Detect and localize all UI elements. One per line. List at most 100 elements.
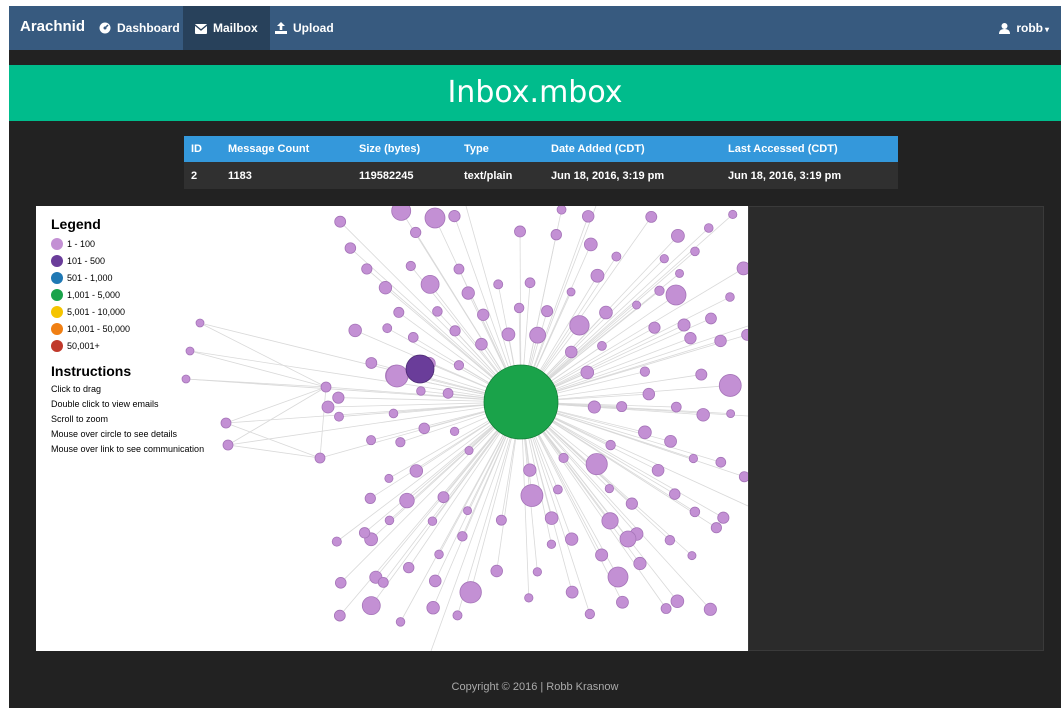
graph-node[interactable]	[334, 215, 347, 228]
graph-node[interactable]	[490, 564, 503, 578]
graph-node[interactable]	[590, 268, 605, 283]
graph-node[interactable]	[449, 426, 460, 437]
graph-link[interactable]	[520, 268, 744, 403]
graph-node[interactable]	[453, 360, 465, 371]
graph-node[interactable]	[703, 223, 714, 233]
graph-hub-node[interactable]	[483, 364, 559, 440]
graph-node[interactable]	[736, 261, 748, 276]
graph-node[interactable]	[432, 306, 443, 317]
graph-node[interactable]	[321, 400, 335, 414]
graph-node[interactable]	[654, 285, 665, 296]
graph-node[interactable]	[599, 305, 613, 320]
graph-node[interactable]	[714, 334, 727, 348]
graph-node[interactable]	[546, 539, 557, 549]
graph-node[interactable]	[569, 315, 590, 336]
graph-node[interactable]	[710, 522, 722, 534]
graph-link[interactable]	[185, 378, 522, 403]
graph-node[interactable]	[320, 381, 332, 393]
graph-node[interactable]	[665, 284, 687, 306]
graph-node[interactable]	[597, 341, 607, 351]
nav-mailbox[interactable]: Mailbox	[183, 6, 270, 50]
graph-node[interactable]	[452, 610, 463, 621]
graph-node[interactable]	[407, 332, 419, 343]
graph-node[interactable]	[513, 302, 525, 314]
graph-node[interactable]	[584, 608, 596, 620]
graph-node[interactable]	[664, 434, 677, 448]
graph-node[interactable]	[428, 574, 442, 588]
graph-node[interactable]	[382, 323, 393, 334]
graph-link[interactable]	[199, 322, 522, 403]
graph-node[interactable]	[639, 366, 650, 377]
graph-node[interactable]	[424, 207, 446, 229]
graph-node[interactable]	[391, 206, 412, 221]
graph-node[interactable]	[366, 435, 377, 446]
graph-node[interactable]	[501, 327, 516, 342]
graph-node[interactable]	[334, 411, 344, 422]
graph-node[interactable]	[361, 596, 381, 616]
graph-node[interactable]	[461, 286, 475, 300]
graph-node[interactable]	[566, 287, 576, 297]
graph-node[interactable]	[633, 556, 647, 571]
graph-node[interactable]	[385, 364, 409, 388]
graph-node[interactable]	[334, 577, 347, 589]
graph-node[interactable]	[587, 400, 601, 414]
graph-node[interactable]	[738, 471, 748, 483]
graph-node[interactable]	[728, 209, 738, 220]
graph-node[interactable]	[344, 242, 357, 254]
graph-node[interactable]	[524, 593, 534, 603]
graph-node[interactable]	[558, 452, 569, 464]
graph-node[interactable]	[703, 602, 717, 616]
graph-node[interactable]	[605, 439, 616, 451]
graph-node[interactable]	[514, 225, 526, 238]
graph-node[interactable]	[524, 277, 536, 289]
graph-node[interactable]	[645, 210, 658, 223]
graph-node[interactable]	[580, 365, 595, 380]
graph-node[interactable]	[333, 609, 346, 622]
graph-node[interactable]	[410, 226, 422, 239]
network-graph-panel[interactable]: Legend 1 - 100 101 - 500 501 - 1,000 1,0…	[36, 206, 748, 651]
graph-link[interactable]	[227, 444, 321, 459]
graph-node-large[interactable]	[405, 354, 435, 384]
graph-node[interactable]	[437, 491, 450, 504]
graph-node[interactable]	[449, 325, 461, 337]
graph-node[interactable]	[670, 594, 685, 608]
nav-upload[interactable]: Upload	[263, 6, 346, 50]
graph-node[interactable]	[677, 318, 691, 332]
graph-node[interactable]	[388, 408, 399, 419]
graph-node[interactable]	[348, 323, 362, 338]
graph-node[interactable]	[420, 274, 440, 294]
graph-node[interactable]	[364, 492, 376, 504]
graph-node[interactable]	[427, 516, 438, 526]
graph-node[interactable]	[393, 306, 405, 318]
graph-node[interactable]	[726, 409, 736, 419]
graph-node[interactable]	[544, 511, 559, 525]
graph-node[interactable]	[457, 531, 468, 542]
graph-link[interactable]	[225, 386, 327, 424]
graph-node[interactable]	[717, 511, 730, 524]
graph-node[interactable]	[718, 374, 742, 397]
graph-node[interactable]	[405, 260, 416, 272]
graph-node[interactable]	[220, 417, 232, 429]
graph-node[interactable]	[442, 388, 454, 399]
graph-node[interactable]	[664, 535, 676, 546]
graph-node[interactable]	[583, 237, 598, 252]
graph-node[interactable]	[416, 386, 426, 396]
graph-node[interactable]	[314, 452, 326, 464]
graph-link[interactable]	[225, 422, 321, 459]
graph-node[interactable]	[361, 263, 373, 275]
graph-node[interactable]	[523, 463, 537, 477]
graph-node[interactable]	[616, 595, 629, 609]
graph-node[interactable]	[671, 228, 685, 243]
graph-node[interactable]	[632, 300, 642, 310]
graph-node[interactable]	[409, 464, 424, 478]
graph-node[interactable]	[331, 536, 342, 547]
graph-node[interactable]	[690, 246, 700, 257]
graph-link[interactable]	[199, 322, 327, 388]
graph-link[interactable]	[319, 386, 327, 459]
graph-node[interactable]	[638, 425, 652, 440]
graph-node[interactable]	[529, 326, 546, 344]
graph-node[interactable]	[705, 312, 717, 325]
graph-node[interactable]	[675, 269, 684, 278]
graph-node[interactable]	[553, 484, 563, 495]
graph-node[interactable]	[426, 601, 440, 615]
